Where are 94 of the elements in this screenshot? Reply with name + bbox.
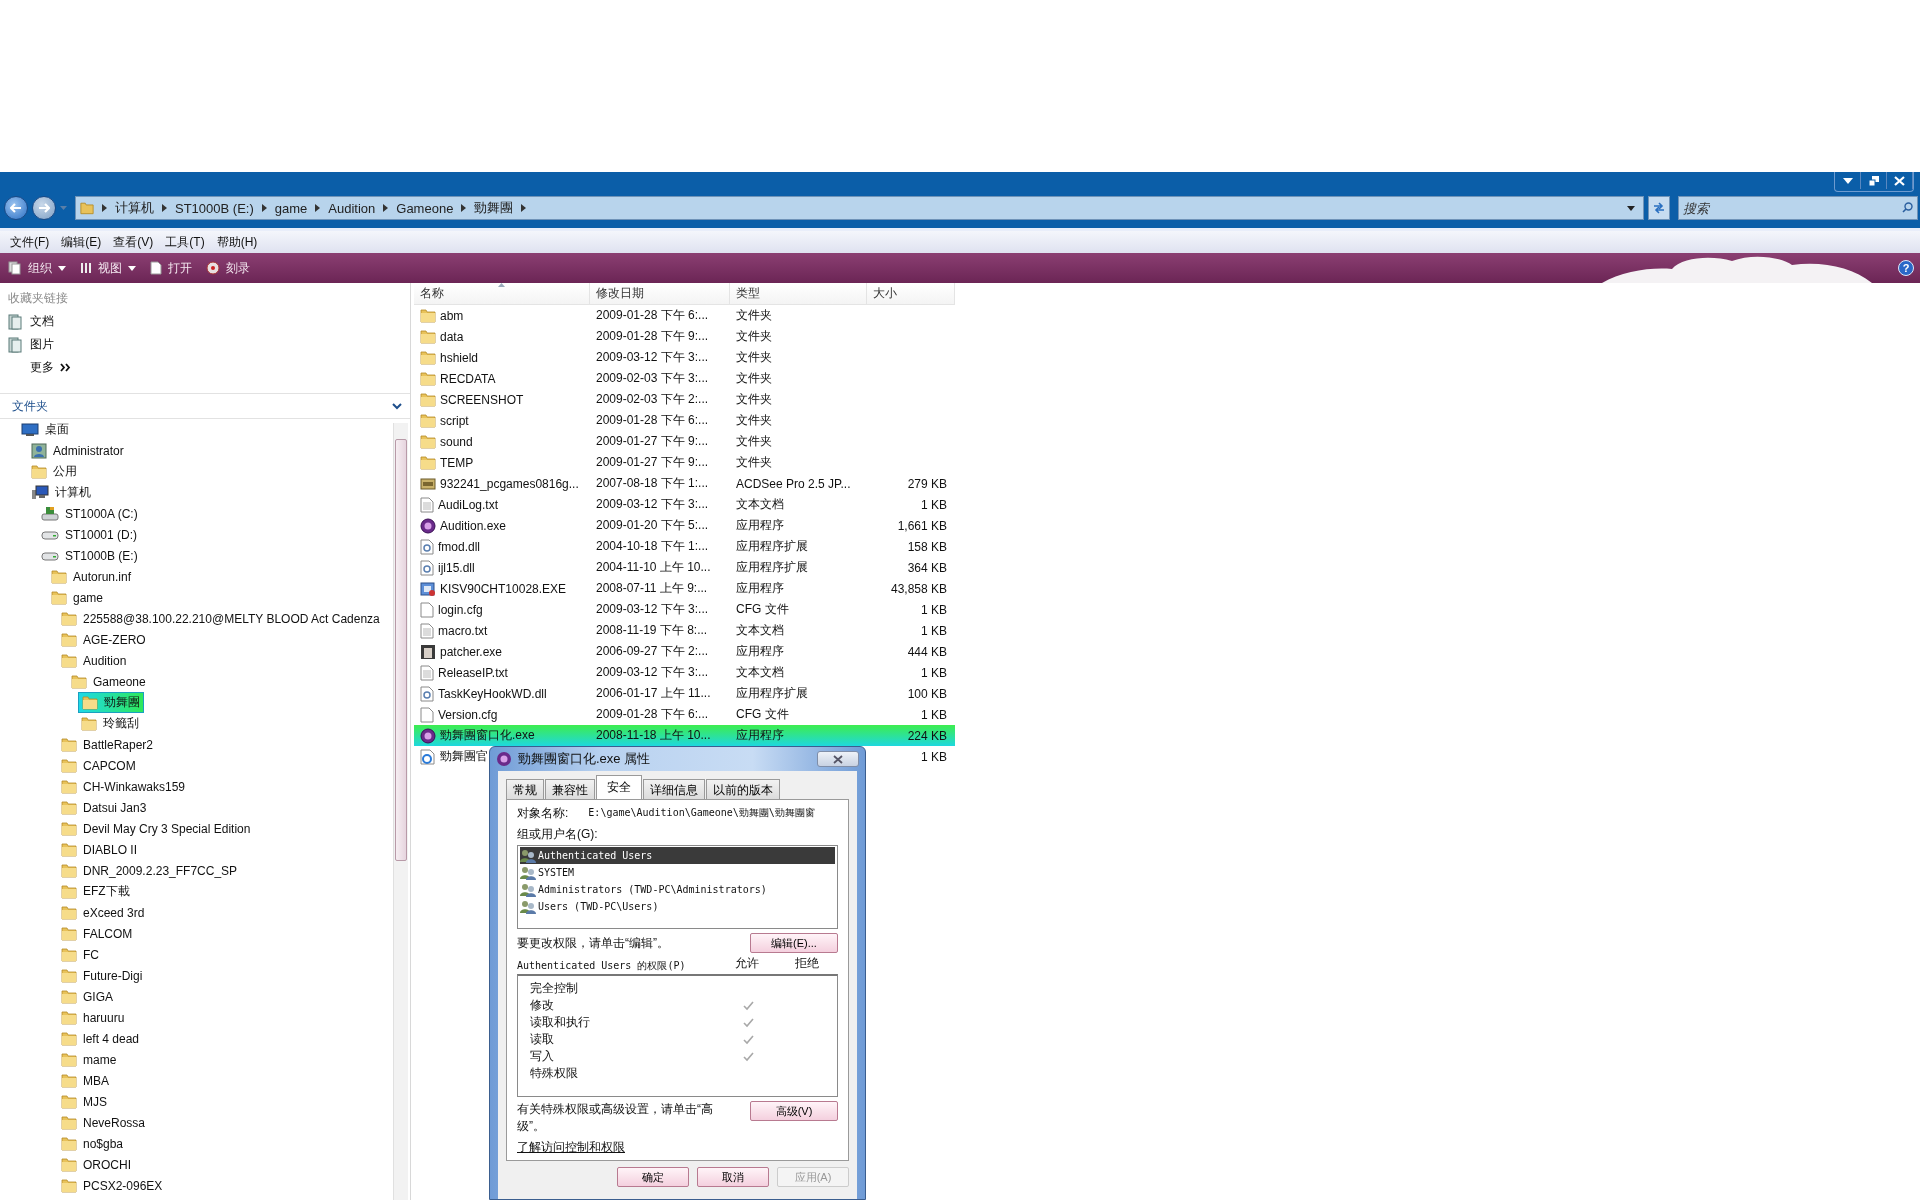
file-type: CFG 文件	[736, 706, 789, 723]
modified-date: 2009-01-28 下午 6:...	[596, 412, 709, 429]
file-name: script	[440, 413, 469, 428]
file-size: 100 KB	[907, 686, 947, 701]
file-name: fmod.dll	[438, 539, 481, 554]
file-size: 1 KB	[921, 707, 947, 722]
modified-date: 2009-01-28 下午 6:...	[596, 706, 709, 723]
field-label: 对象名称:	[517, 804, 569, 822]
modified-date: 2009-03-12 下午 3:...	[596, 601, 709, 618]
file-size: 1 KB	[921, 497, 947, 512]
file-type: 文件夹	[736, 454, 772, 471]
file-size: 43,858 KB	[890, 581, 947, 596]
file-type: 文本文档	[736, 664, 784, 681]
file-type: 文本文档	[736, 622, 784, 639]
permission-name: 写入	[530, 1048, 555, 1065]
file-size: 1 KB	[921, 749, 947, 764]
modified-date: 2008-11-19 下午 8:...	[596, 622, 708, 639]
file-type: 文件夹	[736, 433, 772, 450]
file-name: ijl15.dll	[438, 560, 475, 575]
file-name: login.cfg	[438, 602, 483, 617]
file-size: 279 KB	[907, 476, 947, 491]
file-size: 444 KB	[907, 644, 947, 659]
modified-date: 2009-01-28 下午 6:...	[596, 307, 709, 324]
modified-date: 2004-11-10 上午 10...	[596, 559, 711, 576]
field-label: 组或用户名(G):	[517, 826, 599, 843]
file-type: 应用程序扩展	[736, 559, 808, 576]
modified-date: 2009-01-28 下午 9:...	[596, 328, 709, 345]
object-path: E:\game\Audition\Gameone\勁舞團\勁舞團窗	[588, 806, 815, 820]
file-type: CFG 文件	[736, 601, 789, 618]
file-type: 应用程序	[736, 643, 784, 660]
file-name: TEMP	[440, 455, 474, 470]
permission-name: 读取	[530, 1031, 555, 1048]
file-name: KISV90CHT10028.EXE	[440, 581, 567, 596]
file-name: sound	[440, 434, 473, 449]
file-name: AudiLog.txt	[438, 497, 499, 512]
file-type: 文件夹	[736, 328, 772, 345]
section-title: 收藏夹链接	[8, 290, 69, 307]
file-size: 1,661 KB	[897, 518, 947, 533]
file-name: Version.cfg	[438, 707, 498, 722]
column-header: 拒绝	[794, 955, 820, 972]
hint-text: 要更改权限，请单击“编辑”。	[517, 934, 669, 952]
permission-name: 特殊权限	[530, 1065, 579, 1082]
modified-date: 2009-01-20 下午 5:...	[596, 517, 709, 534]
file-size: 224 KB	[907, 728, 947, 743]
file-name: 勁舞團官	[440, 748, 488, 765]
file-name: patcher.exe	[440, 644, 503, 659]
file-name: hshield	[440, 350, 479, 365]
file-name: Audition.exe	[440, 518, 507, 533]
modified-date: 2007-08-18 下午 1:...	[596, 475, 709, 492]
file-type: 应用程序	[736, 727, 784, 744]
permission-name: 完全控制	[530, 980, 579, 997]
modified-date: 2009-01-27 下午 9:...	[596, 454, 709, 471]
file-name: data	[440, 329, 464, 344]
file-type: 文件夹	[736, 412, 772, 429]
modified-date: 2009-01-27 下午 9:...	[596, 433, 709, 450]
dialog-title: 勁舞團窗口化.exe 属性	[518, 750, 651, 768]
file-type: 文本文档	[736, 496, 784, 513]
file-size: 1 KB	[921, 602, 947, 617]
modified-date: 2009-02-03 下午 2:...	[596, 391, 709, 408]
file-name: SCREENSHOT	[440, 392, 524, 407]
modified-date: 2004-10-18 下午 1:...	[596, 538, 709, 555]
permission-name: 修改	[530, 997, 555, 1014]
permission-name: 读取和执行	[530, 1014, 591, 1031]
file-type: 文件夹	[736, 307, 772, 324]
file-type: 文件夹	[736, 391, 772, 408]
file-name: TaskKeyHookWD.dll	[438, 686, 547, 701]
modified-date: 2009-03-12 下午 3:...	[596, 349, 709, 366]
hint-text: 有关特殊权限或高级设置，请单击“高级”。	[517, 1101, 714, 1135]
permissions-label: Authenticated Users 的权限(P)	[517, 959, 687, 972]
file-size: 158 KB	[907, 539, 947, 554]
file-name: 932241_pcgames0816g...	[440, 476, 579, 491]
file-size: 1 KB	[921, 665, 947, 680]
file-type: 应用程序	[736, 580, 784, 597]
modified-date: 2006-01-17 上午 11...	[596, 685, 711, 702]
modified-date: 2006-09-27 下午 2:...	[596, 643, 709, 660]
file-size: 1 KB	[921, 623, 947, 638]
file-name: ReleaseIP.txt	[438, 665, 508, 680]
file-name: macro.txt	[438, 623, 488, 638]
modified-date: 2009-02-03 下午 3:...	[596, 370, 709, 387]
modified-date: 2008-07-11 上午 9:...	[596, 580, 708, 597]
file-type: ACDSee Pro 2.5 JP...	[736, 476, 851, 491]
file-type: 文件夹	[736, 349, 772, 366]
modified-date: 2009-03-12 下午 3:...	[596, 664, 709, 681]
file-type: 应用程序扩展	[736, 538, 808, 555]
modified-date: 2008-11-18 上午 10...	[596, 727, 711, 744]
file-type: 应用程序	[736, 517, 784, 534]
file-type: 文件夹	[736, 370, 772, 387]
file-type: 应用程序扩展	[736, 685, 808, 702]
modified-date: 2009-03-12 下午 3:...	[596, 496, 709, 513]
file-name: abm	[440, 308, 464, 323]
file-name: 勁舞團窗口化.exe	[440, 727, 535, 744]
file-size: 364 KB	[907, 560, 947, 575]
column-header: 允许	[734, 955, 760, 972]
file-name: RECDATA	[440, 371, 496, 386]
